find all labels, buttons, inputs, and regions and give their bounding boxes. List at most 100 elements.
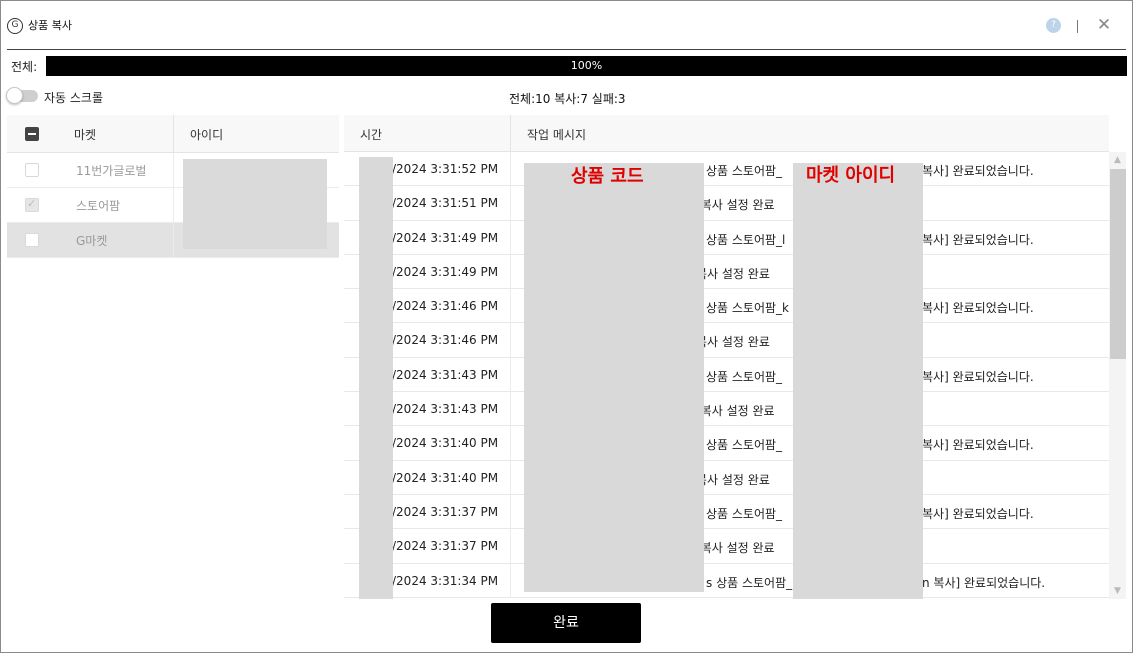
auto-scroll-toggle[interactable] bbox=[6, 87, 38, 104]
log-message-part: 상품 스토어팜_l bbox=[706, 232, 786, 247]
column-divider bbox=[510, 529, 511, 564]
log-message-part: 복사] 완료되었습니다. bbox=[922, 301, 1034, 316]
redacted-ids bbox=[183, 159, 327, 249]
progress-percent: 100% bbox=[570, 59, 603, 72]
app-logo-icon: G bbox=[7, 18, 23, 34]
log-row: /2024 3:31:46 PM 상품 스토어팜_k 복사] 완료되었습니다. bbox=[344, 289, 1109, 324]
redacted-date bbox=[359, 157, 393, 599]
market-row-checkbox[interactable] bbox=[25, 233, 39, 247]
column-divider bbox=[510, 220, 511, 255]
log-row: /2024 3:31:40 PM 복사 설정 완료 bbox=[344, 460, 1109, 495]
log-message-part: 복사] 완료되었습니다. bbox=[922, 232, 1034, 247]
scroll-up-icon[interactable]: ▲ bbox=[1109, 152, 1126, 168]
log-message-part: 복사] 완료되었습니다. bbox=[922, 506, 1034, 521]
column-divider bbox=[510, 323, 511, 358]
column-divider bbox=[510, 254, 511, 289]
help-badge-icon[interactable]: ? bbox=[1046, 18, 1061, 33]
market-name: 스토어팜 bbox=[76, 199, 121, 213]
log-time: /2024 3:31:49 PM bbox=[392, 230, 499, 245]
log-table-header: 시간 작업 메시지 bbox=[344, 115, 1109, 152]
log-message-part: ]복사 설정 완료 bbox=[696, 198, 775, 213]
column-divider bbox=[173, 223, 174, 258]
column-market: 마켓 bbox=[74, 128, 97, 142]
log-row: /2024 3:31:40 PM 상품 스토어팜_ 복사] 완료되었습니다. bbox=[344, 426, 1109, 461]
column-divider bbox=[173, 115, 174, 153]
log-row: /2024 3:31:51 PM ]복사 설정 완료 bbox=[344, 186, 1109, 221]
log-row: /2024 3:31:49 PM 상품 스토어팜_l 복사] 완료되었습니다. bbox=[344, 220, 1109, 255]
done-button[interactable]: 완료 bbox=[491, 603, 641, 643]
title-separator bbox=[1077, 20, 1078, 33]
log-message-part: 복사] 완료되었습니다. bbox=[922, 438, 1034, 453]
log-row: /2024 3:31:43 PM 상품 스토어팜_ 복사] 완료되었습니다. bbox=[344, 357, 1109, 393]
log-message-part: 복사 설정 완료 bbox=[696, 266, 770, 281]
log-message-part: ]복사 설정 완료 bbox=[696, 541, 775, 556]
column-divider bbox=[510, 357, 511, 392]
column-message: 작업 메시지 bbox=[527, 128, 587, 142]
log-message-part: n 복사] 완료되었습니다. bbox=[922, 575, 1046, 590]
redacted-product-code bbox=[524, 163, 704, 592]
title-divider bbox=[7, 49, 1126, 50]
log-message-part: 상품 스토어팜_ bbox=[706, 369, 783, 384]
column-id: 아이디 bbox=[190, 128, 224, 142]
log-message-part: s 상품 스토어팜_ bbox=[706, 575, 793, 590]
log-time: /2024 3:31:52 PM bbox=[392, 162, 499, 176]
log-row: /2024 3:31:34 PM s 상품 스토어팜_ n 복사] 완료되었습니다. bbox=[344, 563, 1109, 598]
log-time: /2024 3:31:37 PM bbox=[392, 539, 499, 554]
log-time: /2024 3:31:40 PM bbox=[392, 436, 499, 451]
market-table: 마켓 아이디 11번가글로벌스토어팜 G마켓 bbox=[7, 115, 339, 599]
auto-scroll-label: 자동 스크롤 bbox=[44, 91, 104, 105]
scroll-thumb[interactable] bbox=[1110, 169, 1126, 359]
log-time: /2024 3:31:46 PM bbox=[392, 333, 499, 348]
close-icon[interactable]: ✕ bbox=[1095, 15, 1113, 35]
log-row: /2024 3:31:52 PM 상품 스토어팜_ 복사] 완료되었습니다. bbox=[344, 152, 1109, 187]
select-all-checkbox[interactable] bbox=[25, 127, 39, 141]
progress-label: 전체: bbox=[11, 60, 38, 74]
log-row: /2024 3:31:43 PM ]복사 설정 완료 bbox=[344, 392, 1109, 427]
column-divider bbox=[173, 153, 174, 188]
column-divider bbox=[510, 289, 511, 324]
scroll-down-icon[interactable]: ▼ bbox=[1109, 583, 1126, 599]
log-time: /2024 3:31:49 PM bbox=[392, 264, 499, 279]
log-message-part: 상품 스토어팜_ bbox=[706, 506, 783, 521]
market-name: G마켓 bbox=[76, 234, 108, 248]
log-time: /2024 3:31:46 PM bbox=[392, 299, 499, 314]
log-table: 시간 작업 메시지 /2024 3:31:52 PM 상품 스토어팜_ 복사] 완료… bbox=[344, 115, 1126, 599]
market-table-header: 마켓 아이디 bbox=[7, 115, 339, 153]
market-row-checkbox[interactable] bbox=[25, 163, 39, 177]
log-row: /2024 3:31:49 PM 복사 설정 완료 bbox=[344, 254, 1109, 290]
column-divider bbox=[510, 494, 511, 529]
column-divider bbox=[510, 186, 511, 221]
column-divider bbox=[510, 460, 511, 495]
column-divider bbox=[510, 392, 511, 427]
column-time: 시간 bbox=[360, 128, 383, 142]
copy-dialog: G 상품 복사 ? ✕ 전체: 100% 자동 스크롤 전체:10 복사:7 실… bbox=[0, 0, 1133, 653]
redacted-market-id bbox=[793, 163, 923, 599]
column-divider bbox=[510, 152, 511, 186]
log-message-part: 복사] 완료되었습니다. bbox=[922, 369, 1034, 384]
column-divider bbox=[173, 188, 174, 223]
copy-summary: 전체:10 복사:7 실패:3 bbox=[509, 92, 626, 106]
column-divider bbox=[510, 426, 511, 461]
log-time: /2024 3:31:40 PM bbox=[392, 470, 499, 485]
log-scrollbar[interactable]: ▲ ▼ bbox=[1109, 152, 1126, 599]
market-id-annotation: 마켓 아이디 bbox=[806, 165, 896, 186]
log-time: /2024 3:31:43 PM bbox=[392, 402, 499, 417]
progress-bar: 100% bbox=[46, 56, 1127, 76]
market-row-checkbox[interactable] bbox=[25, 197, 39, 212]
log-time: /2024 3:31:34 PM bbox=[392, 573, 499, 588]
log-message-part: 복사 설정 완료 bbox=[696, 335, 770, 350]
log-time: /2024 3:31:51 PM bbox=[392, 196, 499, 211]
window-title: 상품 복사 bbox=[28, 19, 72, 32]
toggle-knob bbox=[6, 87, 23, 104]
log-message-part: 상품 스토어팜_k bbox=[706, 301, 790, 316]
column-divider bbox=[510, 115, 511, 152]
log-message-part: ]복사 설정 완료 bbox=[696, 404, 775, 419]
log-message-part: 상품 스토어팜_ bbox=[706, 164, 783, 178]
log-message-part: 복사] 완료되었습니다. bbox=[922, 164, 1034, 178]
log-row: /2024 3:31:37 PM 상품 스토어팜_ 복사] 완료되었습니다. bbox=[344, 494, 1109, 530]
log-row: /2024 3:31:37 PM ]복사 설정 완료 bbox=[344, 529, 1109, 564]
column-divider bbox=[510, 563, 511, 598]
product-code-annotation: 상품 코드 bbox=[571, 166, 644, 187]
log-time: /2024 3:31:43 PM bbox=[392, 367, 499, 382]
title-bar: G 상품 복사 ? ✕ bbox=[1, 1, 1132, 49]
